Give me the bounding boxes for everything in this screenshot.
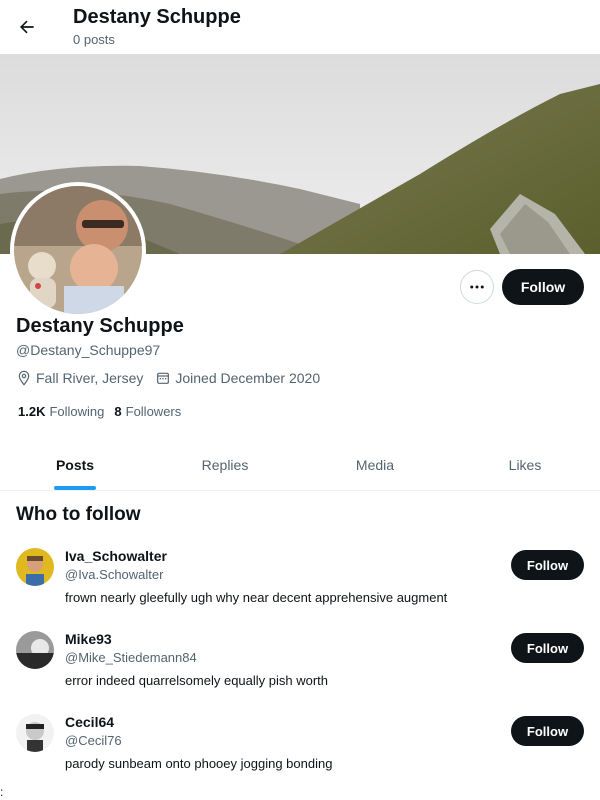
location-text: Fall River, Jersey [36, 370, 144, 386]
suggestion-bio: frown nearly gleefully ugh why near dece… [65, 590, 448, 605]
active-tab-indicator [54, 486, 96, 490]
tab-media[interactable]: Media [300, 440, 450, 490]
avatar[interactable] [16, 631, 54, 669]
follow-button[interactable]: Follow [511, 633, 584, 663]
profile-display-name: Destany Schuppe [16, 315, 184, 337]
tab-replies[interactable]: Replies [150, 440, 300, 490]
followers-label: Followers [125, 404, 182, 419]
suggestion-bio: parody sunbeam onto phooey jogging bondi… [65, 756, 333, 771]
page-title: Destany Schuppe [73, 6, 241, 28]
more-horizontal-icon [470, 285, 484, 289]
avatar[interactable] [16, 714, 54, 752]
suggestion-handle: @Iva.Schowalter [65, 567, 164, 582]
tab-label: Posts [55, 457, 95, 473]
suggestion-row[interactable]: Mike93 @Mike_Stiedemann84 error indeed q… [0, 631, 600, 714]
more-options-button[interactable] [460, 270, 494, 304]
suggestion-row[interactable]: Iva_Schowalter @Iva.Schowalter frown nea… [0, 548, 600, 631]
suggestion-name[interactable]: Mike93 [65, 631, 112, 647]
location-item: Fall River, Jersey [16, 370, 143, 386]
profile-meta: Fall River, Jersey Joined December 2020 [16, 370, 332, 386]
follow-button[interactable]: Follow [502, 269, 584, 305]
followers-link[interactable]: 8 Followers [114, 404, 181, 419]
profile-avatar[interactable] [10, 182, 146, 318]
arrow-left-icon [20, 20, 34, 34]
tab-label: Likes [508, 457, 542, 473]
who-to-follow-title: Who to follow [16, 504, 141, 525]
suggestion-name[interactable]: Iva_Schowalter [65, 548, 167, 564]
following-link[interactable]: 1.2K Following [18, 404, 104, 419]
joined-text: Joined December 2020 [175, 370, 321, 386]
following-label: Following [49, 404, 105, 419]
suggestion-bio: error indeed quarrelsomely equally pish … [65, 673, 329, 688]
tab-label: Media [355, 457, 395, 473]
follow-button[interactable]: Follow [511, 550, 584, 580]
location-pin-icon [18, 370, 30, 386]
calendar-icon [157, 372, 170, 384]
suggestion-handle: @Mike_Stiedemann84 [65, 650, 197, 665]
tab-label: Replies [201, 457, 249, 473]
post-count: 0 posts [73, 32, 115, 47]
follow-stats: 1.2K Following 8 Followers [18, 404, 191, 419]
profile-handle: @Destany_Schuppe97 [16, 342, 161, 358]
suggestion-row[interactable]: Cecil64 @Cecil76 parody sunbeam onto pho… [0, 714, 600, 797]
footer-mark: : [0, 785, 4, 799]
joined-item: Joined December 2020 [155, 370, 320, 386]
followers-count: 8 [114, 404, 122, 419]
avatar[interactable] [16, 548, 54, 586]
following-count: 1.2K [18, 404, 46, 419]
back-button[interactable] [12, 12, 42, 42]
tab-posts[interactable]: Posts [0, 440, 150, 490]
suggestion-handle: @Cecil76 [65, 733, 122, 748]
suggestion-name[interactable]: Cecil64 [65, 714, 114, 730]
tab-likes[interactable]: Likes [450, 440, 600, 490]
profile-tabs: Posts Replies Media Likes [0, 440, 600, 491]
top-bar: Destany Schuppe 0 posts [0, 0, 600, 54]
follow-button[interactable]: Follow [511, 716, 584, 746]
